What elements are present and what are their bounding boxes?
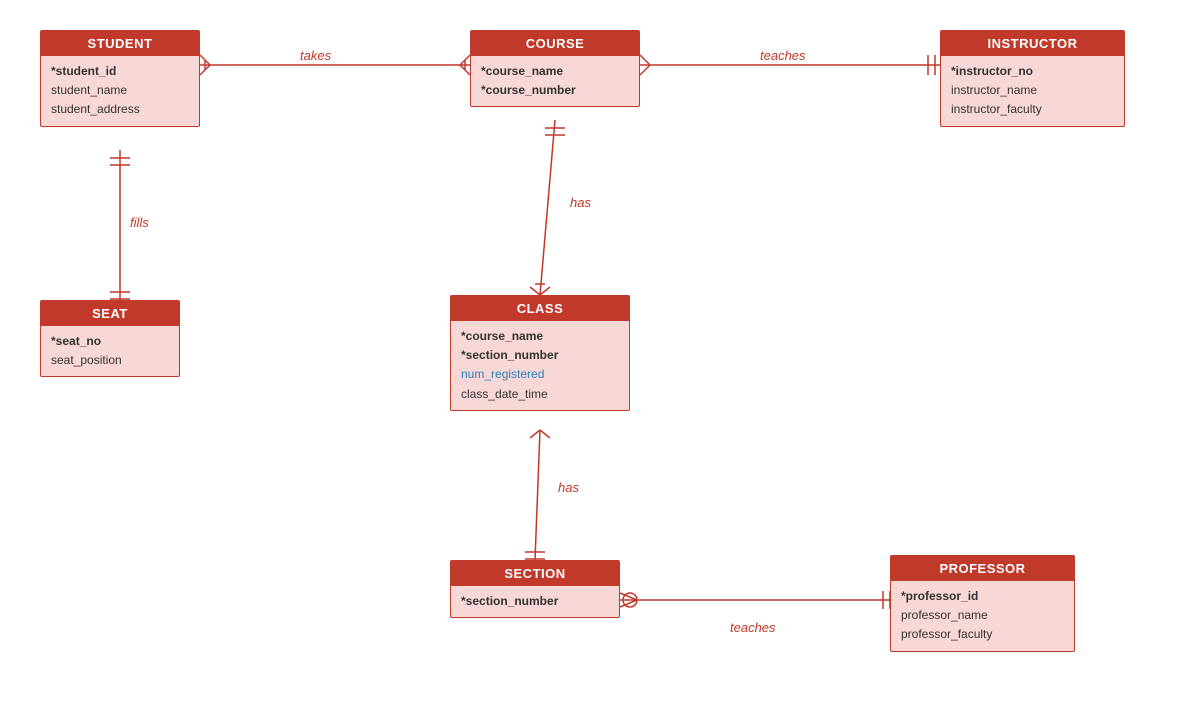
class-field-1: *course_name	[461, 327, 619, 346]
instructor-header: INSTRUCTOR	[941, 31, 1124, 56]
seat-field-1: *seat_no	[51, 332, 169, 351]
student-field-3: student_address	[51, 100, 189, 119]
professor-field-2: professor_name	[901, 606, 1064, 625]
teaches-instructor-label: teaches	[760, 48, 806, 63]
student-field-1: *student_id	[51, 62, 189, 81]
instructor-field-1: *instructor_no	[951, 62, 1114, 81]
professor-field-1: *professor_id	[901, 587, 1064, 606]
class-entity: CLASS *course_name *section_number num_r…	[450, 295, 630, 411]
course-field-2: *course_number	[481, 81, 629, 100]
section-body: *section_number	[451, 586, 619, 617]
has-section-label: has	[558, 480, 579, 495]
takes-label: takes	[300, 48, 331, 63]
er-diagram: takes teaches fills has has teaches STUD…	[0, 0, 1201, 724]
instructor-field-2: instructor_name	[951, 81, 1114, 100]
seat-field-2: seat_position	[51, 351, 169, 370]
class-field-3: num_registered	[461, 365, 619, 384]
section-entity: SECTION *section_number	[450, 560, 620, 618]
professor-field-3: professor_faculty	[901, 625, 1064, 644]
course-field-1: *course_name	[481, 62, 629, 81]
student-header: STUDENT	[41, 31, 199, 56]
student-entity: STUDENT *student_id student_name student…	[40, 30, 200, 127]
section-header: SECTION	[451, 561, 619, 586]
course-header: COURSE	[471, 31, 639, 56]
student-field-2: student_name	[51, 81, 189, 100]
seat-header: SEAT	[41, 301, 179, 326]
professor-body: *professor_id professor_name professor_f…	[891, 581, 1074, 651]
class-header: CLASS	[451, 296, 629, 321]
course-entity: COURSE *course_name *course_number	[470, 30, 640, 107]
class-body: *course_name *section_number num_registe…	[451, 321, 629, 410]
instructor-body: *instructor_no instructor_name instructo…	[941, 56, 1124, 126]
student-body: *student_id student_name student_address	[41, 56, 199, 126]
course-body: *course_name *course_number	[471, 56, 639, 106]
class-field-4: class_date_time	[461, 385, 619, 404]
teaches-professor-label: teaches	[730, 620, 776, 635]
section-field-1: *section_number	[461, 592, 609, 611]
class-field-2: *section_number	[461, 346, 619, 365]
instructor-field-3: instructor_faculty	[951, 100, 1114, 119]
seat-body: *seat_no seat_position	[41, 326, 179, 376]
fills-label: fills	[130, 215, 149, 230]
instructor-entity: INSTRUCTOR *instructor_no instructor_nam…	[940, 30, 1125, 127]
professor-header: PROFESSOR	[891, 556, 1074, 581]
professor-entity: PROFESSOR *professor_id professor_name p…	[890, 555, 1075, 652]
has-class-label: has	[570, 195, 591, 210]
seat-entity: SEAT *seat_no seat_position	[40, 300, 180, 377]
